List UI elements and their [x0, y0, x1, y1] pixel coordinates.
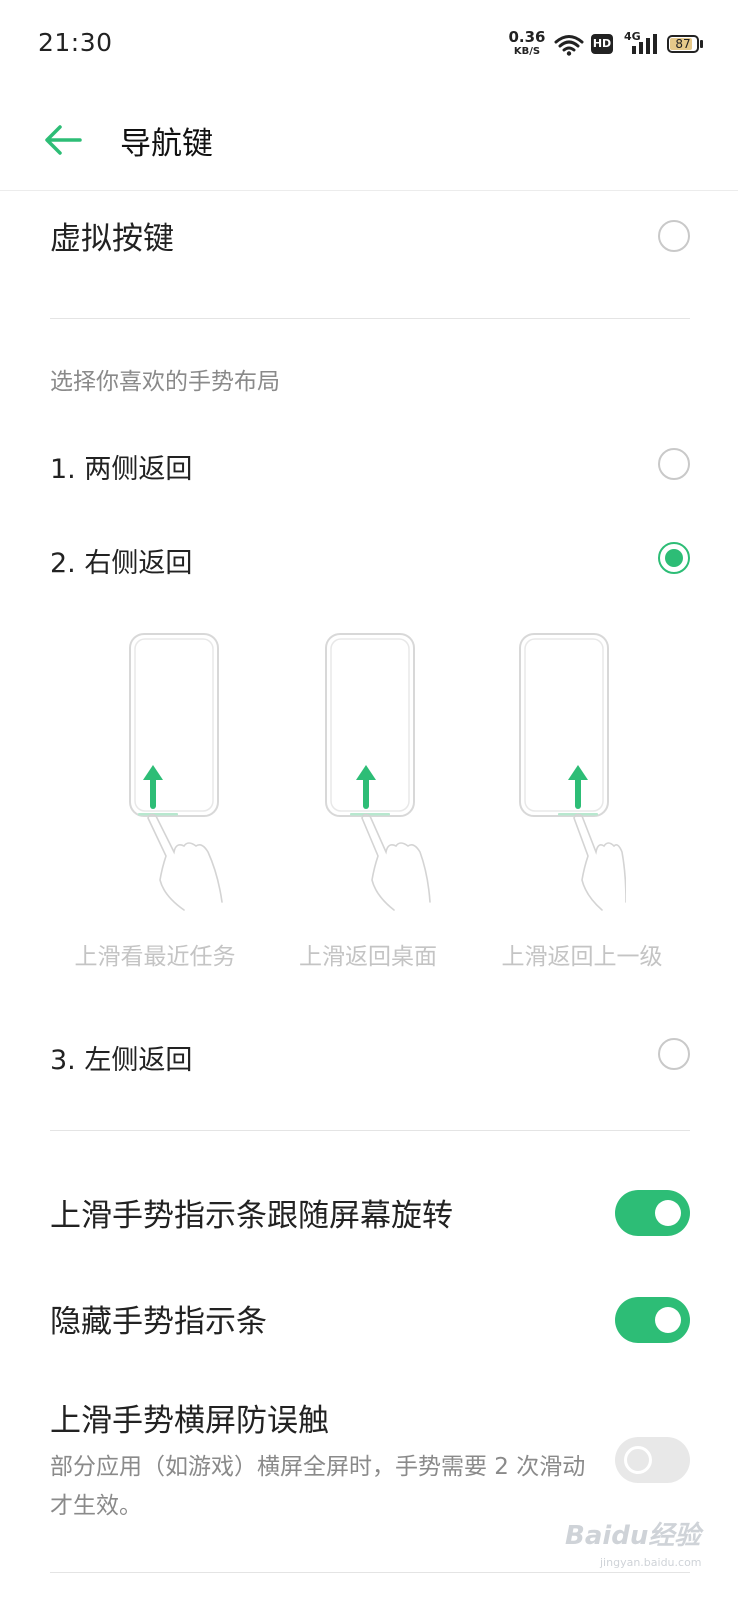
divider — [50, 1130, 690, 1131]
gesture-option-left-side-radio[interactable] — [658, 1038, 690, 1070]
gesture-option-right-side-label: 2. 右侧返回 — [50, 548, 193, 579]
rotate-indicator-toggle[interactable] — [615, 1190, 690, 1236]
toggle-knob — [655, 1307, 681, 1333]
toggle-knob — [655, 1200, 681, 1226]
gesture-option-right-side-radio[interactable] — [658, 542, 690, 574]
network-speed: 0.36 KB/S — [505, 30, 549, 57]
gesture-illustration-recent-tasks — [129, 633, 223, 911]
status-time: 21:30 — [38, 28, 113, 57]
caption-recent-tasks: 上滑看最近任务 — [74, 944, 236, 970]
baidu-watermark-url: jingyan.baidu.com — [600, 1556, 702, 1569]
wifi-icon — [554, 35, 584, 56]
network-speed-unit: KB/S — [513, 46, 541, 57]
page-title: 导航键 — [120, 126, 213, 162]
divider — [50, 318, 690, 319]
title-bar: 导航键 — [0, 90, 738, 191]
divider — [50, 1572, 690, 1573]
network-speed-value: 0.36 — [508, 28, 546, 46]
hide-indicator-toggle[interactable] — [615, 1297, 690, 1343]
caption-back: 上滑返回上一级 — [501, 944, 663, 970]
gesture-illustration-back — [519, 633, 626, 911]
landscape-protection-toggle[interactable] — [615, 1437, 690, 1483]
baidu-watermark: Baidu经验 — [565, 1521, 701, 1551]
arrow-left-icon — [45, 125, 82, 155]
gesture-option-left-side-label: 3. 左侧返回 — [50, 1045, 193, 1076]
battery-icon: 87 — [667, 35, 699, 53]
toggle-knob — [624, 1446, 652, 1474]
hide-indicator-label: 隐藏手势指示条 — [50, 1304, 267, 1340]
battery-nub — [700, 40, 703, 48]
status-bar: 21:30 0.36 KB/S HD 4G 87 — [0, 0, 738, 90]
gesture-option-both-sides-radio[interactable] — [658, 448, 690, 480]
back-button[interactable] — [40, 115, 90, 165]
gesture-option-both-sides-label: 1. 两侧返回 — [50, 454, 193, 485]
hd-icon: HD — [591, 34, 613, 54]
caption-home: 上滑返回桌面 — [299, 944, 437, 970]
landscape-protection-description: 部分应用（如游戏）横屏全屏时，手势需要 2 次滑动才生效。 — [50, 1454, 586, 1519]
virtual-keys-label: 虚拟按键 — [50, 221, 174, 257]
rotate-indicator-label: 上滑手势指示条跟随屏幕旋转 — [50, 1198, 453, 1234]
virtual-keys-radio[interactable] — [658, 220, 690, 252]
landscape-protection-label: 上滑手势横屏防误触 — [50, 1403, 329, 1439]
gesture-illustration-home — [325, 633, 431, 911]
gesture-section-label: 选择你喜欢的手势布局 — [50, 369, 280, 395]
signal-icon — [632, 34, 657, 54]
